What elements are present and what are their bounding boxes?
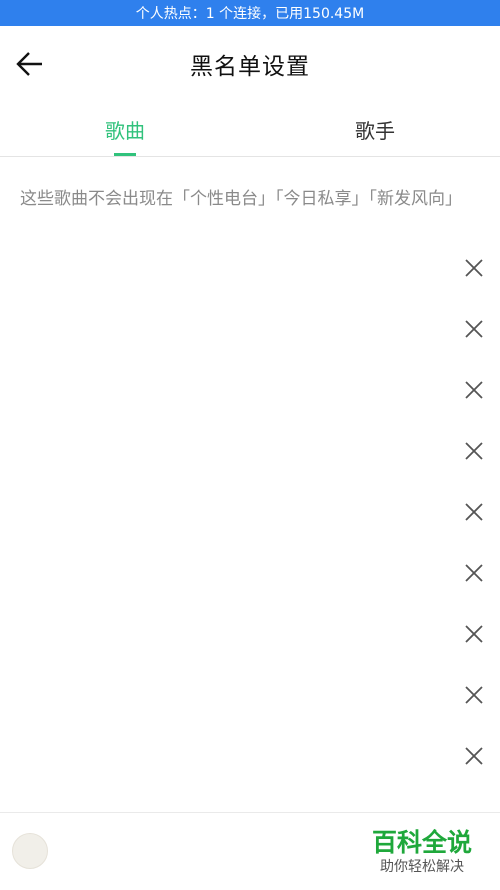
song-row[interactable] xyxy=(0,482,500,543)
song-row[interactable] xyxy=(0,726,500,787)
blacklist-notice: 这些歌曲不会出现在「个性电台」「今日私享」「新发风向」 xyxy=(20,189,462,209)
hotspot-status-bar: 个人热点：1 个连接，已用150.45M xyxy=(0,0,500,26)
song-row[interactable] xyxy=(0,421,500,482)
remove-song-button[interactable] xyxy=(462,622,486,646)
arrow-left-icon xyxy=(16,52,42,76)
close-icon xyxy=(465,381,483,399)
song-list xyxy=(0,238,500,787)
close-icon xyxy=(465,442,483,460)
hotspot-text: 个人热点：1 个连接，已用150.45M xyxy=(135,6,365,22)
tab-artists[interactable]: 歌手 xyxy=(250,102,500,156)
remove-song-button[interactable] xyxy=(462,439,486,463)
watermark-logo: 百科全说 助你轻松解决 xyxy=(352,828,492,884)
close-icon xyxy=(465,320,483,338)
tab-songs[interactable]: 歌曲 xyxy=(0,102,250,156)
remove-song-button[interactable] xyxy=(462,317,486,341)
song-row[interactable] xyxy=(0,238,500,299)
close-icon xyxy=(465,625,483,643)
tab-artists-label: 歌手 xyxy=(355,118,395,143)
remove-song-button[interactable] xyxy=(462,561,486,585)
tab-bar: 歌曲 歌手 xyxy=(0,102,500,157)
close-icon xyxy=(465,686,483,704)
album-thumbnail[interactable] xyxy=(12,833,48,869)
tab-active-indicator xyxy=(114,153,136,156)
watermark-subtitle: 助你轻松解决 xyxy=(380,859,464,875)
remove-song-button[interactable] xyxy=(462,500,486,524)
page-title: 黑名单设置 xyxy=(190,54,310,80)
watermark-title: 百科全说 xyxy=(371,828,472,857)
close-icon xyxy=(465,259,483,277)
song-row[interactable] xyxy=(0,360,500,421)
song-row[interactable] xyxy=(0,604,500,665)
remove-song-button[interactable] xyxy=(462,256,486,280)
remove-song-button[interactable] xyxy=(462,683,486,707)
remove-song-button[interactable] xyxy=(462,744,486,768)
song-row[interactable] xyxy=(0,665,500,726)
header: 黑名单设置 xyxy=(0,26,500,102)
back-button[interactable] xyxy=(12,46,48,82)
remove-song-button[interactable] xyxy=(462,378,486,402)
close-icon xyxy=(465,747,483,765)
song-row[interactable] xyxy=(0,299,500,360)
close-icon xyxy=(465,564,483,582)
song-row[interactable] xyxy=(0,543,500,604)
close-icon xyxy=(465,503,483,521)
tab-songs-label: 歌曲 xyxy=(105,118,145,143)
